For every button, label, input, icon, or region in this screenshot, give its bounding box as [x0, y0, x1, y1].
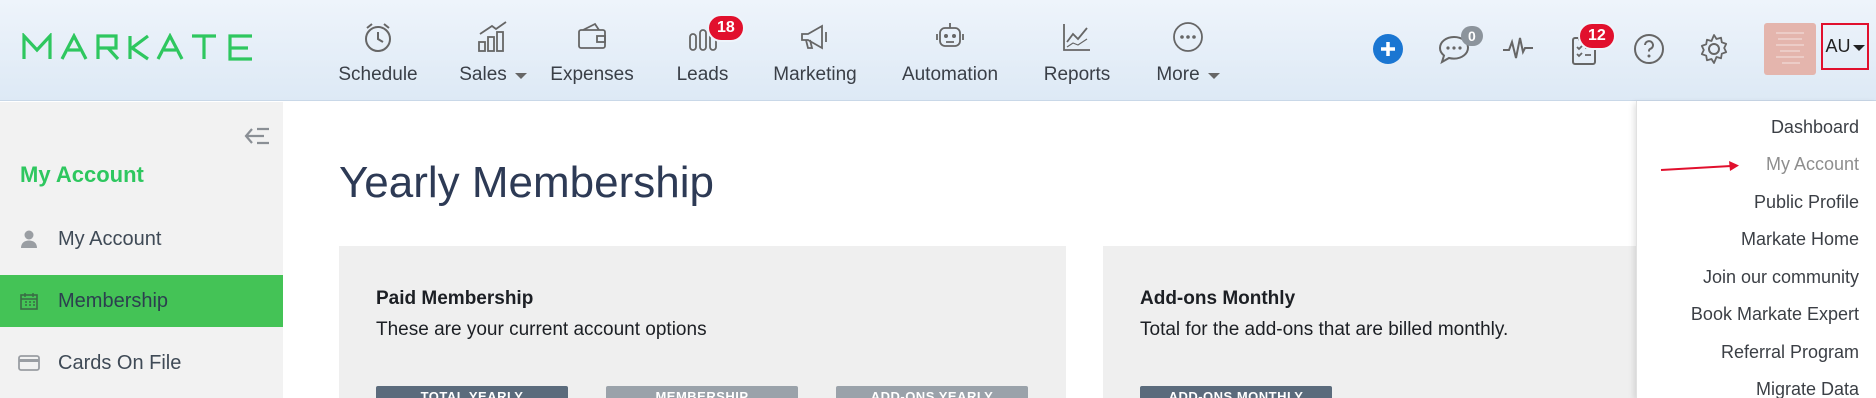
chevron-down-icon	[1207, 73, 1220, 79]
settings-button[interactable]	[1694, 30, 1734, 68]
calendar-icon	[20, 293, 38, 310]
plus-circle-icon	[1373, 34, 1403, 64]
tasks-badge: 12	[1578, 22, 1616, 50]
markate-logo[interactable]	[22, 33, 262, 61]
sidebar-item-label: Membership	[58, 289, 169, 312]
pulse-icon	[1503, 37, 1533, 59]
collapse-left-icon	[244, 127, 269, 145]
annotation-arrow-icon	[1660, 161, 1739, 171]
wallet-icon	[578, 22, 606, 49]
nav-automation-label: Automation	[901, 64, 999, 85]
nav-automation[interactable]: Automation	[898, 0, 1002, 101]
line-chart-icon	[1063, 24, 1090, 51]
tab-add-ons-monthly[interactable]: ADD-ONS MONTHLY	[1140, 386, 1332, 398]
messages-badge: 0	[1461, 26, 1483, 46]
sidebar-item-label: My Account	[58, 227, 162, 250]
collapse-sidebar-button[interactable]	[243, 124, 273, 153]
nav-expenses[interactable]: Expenses	[550, 0, 634, 101]
sidebar-item-cards-on-file[interactable]: Cards On File	[0, 337, 283, 389]
nav-schedule[interactable]: Schedule	[330, 0, 426, 101]
menu-item-migrate-data[interactable]: Migrate Data	[1756, 379, 1859, 398]
nav-more[interactable]: More	[1150, 0, 1226, 101]
menu-item-join-community[interactable]: Join our community	[1703, 267, 1859, 288]
card-subtitle: Total for the add-ons that are billed mo…	[1140, 319, 1509, 340]
clock-icon	[365, 23, 391, 52]
top-navigation-bar: Schedule Sales Expenses Leads 18 Marketi…	[0, 0, 1876, 101]
menu-item-my-account[interactable]: My Account	[1766, 154, 1859, 175]
sidebar-item-label: Cards On File	[58, 351, 182, 374]
tab-add-ons-yearly[interactable]: ADD-ONS YEARLY	[836, 386, 1028, 398]
menu-item-markate-home[interactable]: Markate Home	[1741, 229, 1859, 250]
card-subtitle: These are your current account options	[376, 319, 707, 340]
nav-expenses-label: Expenses	[550, 64, 634, 85]
sidebar-item-membership[interactable]: Membership	[0, 275, 283, 327]
user-menu-toggle[interactable]: AU	[1821, 23, 1869, 70]
menu-item-book-expert[interactable]: Book Markate Expert	[1691, 304, 1859, 325]
nav-sales[interactable]: Sales	[455, 0, 531, 101]
sidebar-item-my-account[interactable]: My Account	[0, 213, 283, 265]
robot-icon	[936, 23, 964, 47]
tab-total-yearly[interactable]: TOTAL YEARLY	[376, 386, 568, 398]
paid-membership-card: Paid Membership These are your current a…	[339, 246, 1066, 398]
user-icon	[21, 230, 37, 248]
page-title: Yearly Membership	[339, 158, 714, 207]
add-button[interactable]	[1368, 30, 1408, 68]
nav-reports[interactable]: Reports	[1040, 0, 1114, 101]
tab-membership[interactable]: MEMBERSHIP	[606, 386, 798, 398]
nav-sales-label: Sales	[459, 64, 507, 85]
chevron-down-icon	[1852, 44, 1865, 51]
nav-marketing-label: Marketing	[773, 64, 857, 85]
ellipsis-circle-icon	[1173, 22, 1203, 52]
card-title: Add-ons Monthly	[1140, 288, 1296, 309]
sidebar-title: My Account	[20, 162, 144, 187]
question-circle-icon	[1634, 34, 1664, 64]
gear-icon	[1700, 34, 1728, 64]
nav-reports-label: Reports	[1043, 64, 1111, 85]
chevron-down-icon	[514, 73, 527, 79]
activity-button[interactable]	[1498, 30, 1538, 68]
nav-leads-label: Leads	[676, 64, 729, 85]
leads-badge: 18	[707, 14, 745, 42]
avatar[interactable]	[1764, 23, 1816, 75]
bar-chart-coins-icon	[478, 21, 507, 52]
menu-item-referral-program[interactable]: Referral Program	[1721, 342, 1859, 363]
card-title: Paid Membership	[376, 288, 534, 309]
user-dropdown-menu: Dashboard My Account Public Profile Mark…	[1636, 101, 1876, 398]
help-button[interactable]	[1629, 30, 1669, 68]
add-ons-monthly-card: Add-ons Monthly Total for the add-ons th…	[1103, 246, 1636, 398]
nav-schedule-label: Schedule	[338, 64, 418, 85]
megaphone-icon	[801, 24, 827, 50]
menu-item-public-profile[interactable]: Public Profile	[1754, 192, 1859, 213]
user-initials: AU	[1825, 36, 1851, 56]
nav-marketing[interactable]: Marketing	[770, 0, 860, 101]
nav-more-label: More	[1156, 64, 1200, 85]
credit-card-icon	[18, 355, 40, 371]
menu-item-dashboard[interactable]: Dashboard	[1771, 117, 1859, 138]
